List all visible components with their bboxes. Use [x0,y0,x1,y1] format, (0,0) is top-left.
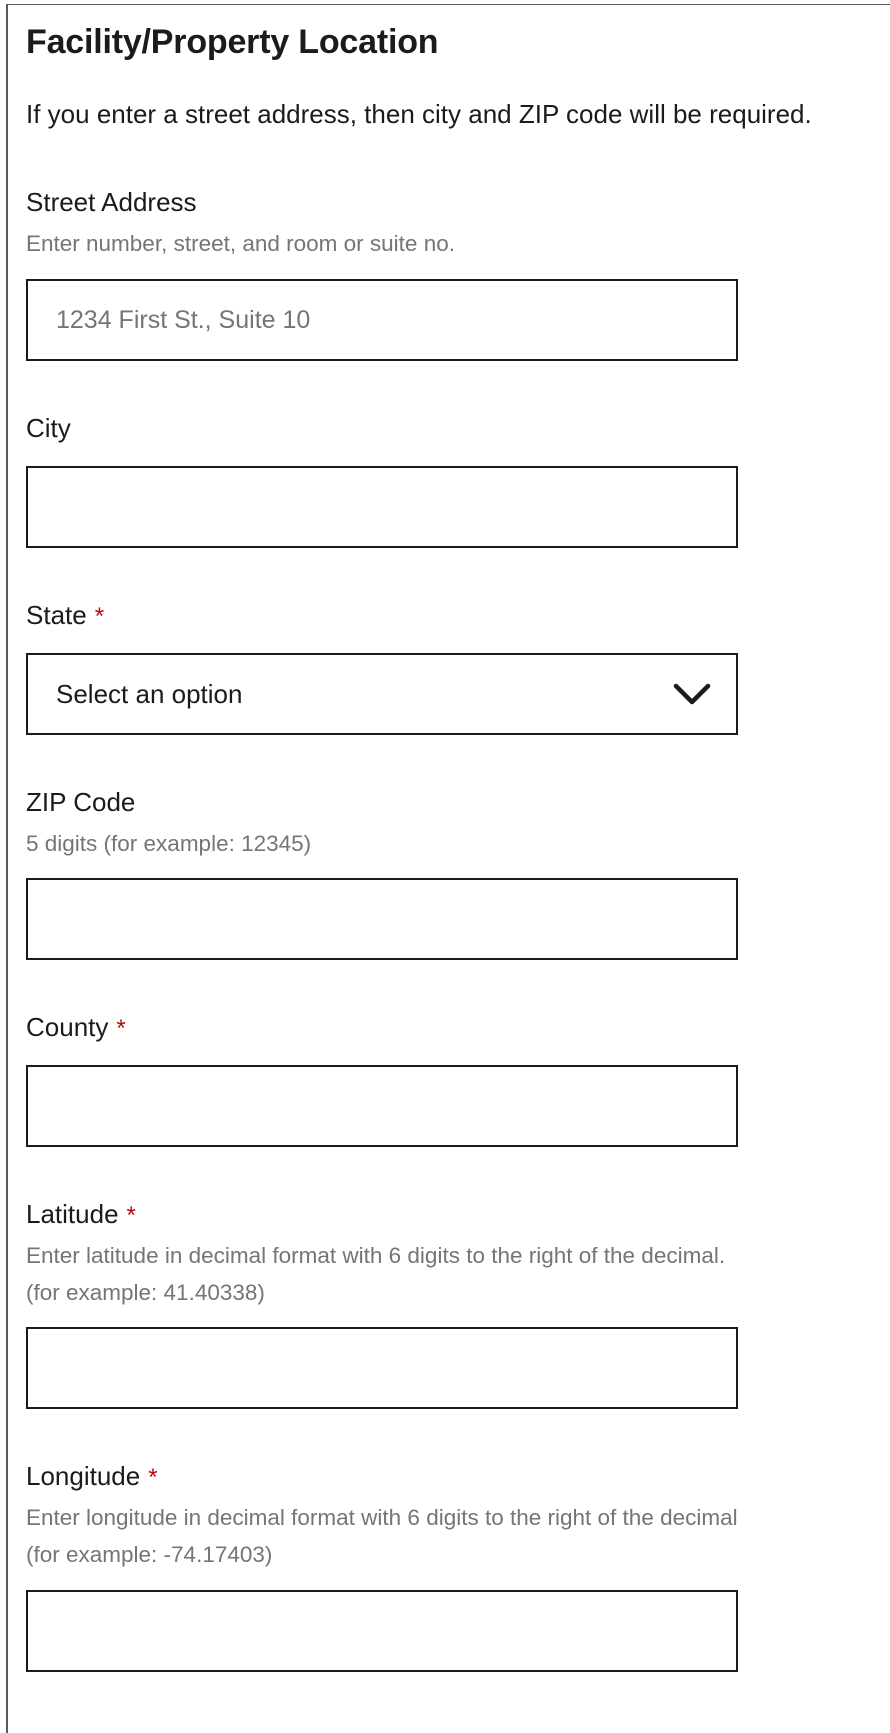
longitude-label-text: Longitude [26,1461,141,1491]
county-label-text: County [26,1012,109,1042]
county-input[interactable] [26,1065,738,1147]
section-intro: If you enter a street address, then city… [26,99,812,129]
required-marker: * [94,603,105,630]
city-input[interactable] [26,466,738,548]
county-label: County * [26,1010,126,1046]
street-address-input[interactable] [26,279,738,361]
latitude-input[interactable] [26,1327,738,1409]
latitude-hint: Enter latitude in decimal format with 6 … [26,1243,726,1305]
required-marker: * [148,1464,158,1491]
longitude-hint: Enter longitude in decimal format with 6… [26,1505,738,1567]
zip-code-input[interactable] [26,878,738,960]
city-label: City [26,411,71,445]
longitude-input[interactable] [26,1590,738,1672]
latitude-label: Latitude * [26,1197,136,1233]
zip-code-label: ZIP Code [26,785,135,819]
state-select-value: Select an option [56,679,243,709]
state-label-text: State [26,600,87,630]
street-address-hint: Enter number, street, and room or suite … [26,231,455,256]
street-address-label-text: Street Address [26,187,197,217]
latitude-label-text: Latitude [26,1199,119,1229]
required-marker: * [126,1202,136,1229]
zip-code-label-text: ZIP Code [26,787,136,817]
zip-code-hint: 5 digits (for example: 12345) [26,831,312,856]
required-marker: * [116,1015,126,1042]
chevron-down-icon [673,683,711,705]
state-label: State * [26,598,104,634]
city-label-text: City [26,413,71,443]
section-title: Facility/Property Location [26,23,439,61]
longitude-label: Longitude * [26,1459,158,1495]
state-select[interactable]: Select an option [26,653,738,735]
street-address-label: Street Address [26,185,197,219]
